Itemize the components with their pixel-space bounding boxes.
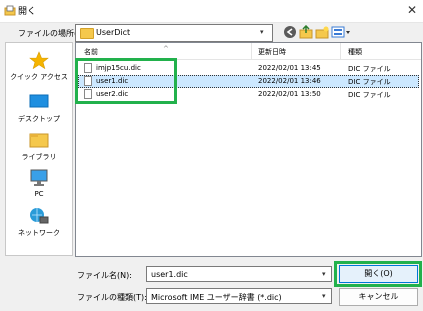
highlight-box-open — [334, 261, 422, 287]
desktop-icon — [29, 94, 49, 108]
window-title: 開く — [18, 7, 37, 17]
file-date: 2022/02/01 13:46 — [258, 77, 321, 85]
column-divider[interactable] — [251, 43, 252, 59]
chevron-down-icon[interactable]: ▾ — [322, 292, 326, 300]
place-label-quick-access: クイック アクセス — [10, 73, 68, 81]
filename-value: user1.dic — [151, 270, 188, 279]
place-label-pc: PC — [34, 190, 44, 198]
lookin-value: UserDict — [96, 28, 131, 37]
cancel-button[interactable]: キャンセル — [339, 288, 418, 306]
filetype-label: ファイルの種類(T): — [77, 293, 147, 302]
column-divider[interactable] — [340, 43, 341, 59]
place-library[interactable]: ライブラリ — [6, 131, 72, 162]
column-header-name[interactable]: 名前 — [84, 47, 98, 57]
open-dialog-icon — [4, 5, 16, 16]
file-type: DIC ファイル — [348, 78, 391, 86]
column-header-date[interactable]: 更新日時 — [258, 47, 286, 57]
chevron-down-icon[interactable]: ▾ — [260, 28, 264, 36]
lookin-combobox[interactable]: UserDict ▾ — [75, 24, 273, 42]
folder-icon — [80, 28, 94, 39]
network-icon — [30, 208, 49, 224]
view-menu-icon[interactable] — [331, 25, 351, 39]
filename-input[interactable]: user1.dic ▾ — [146, 266, 332, 282]
place-desktop[interactable]: デスクトップ — [6, 93, 72, 124]
place-label-library: ライブラリ — [21, 153, 57, 161]
file-date: 2022/02/01 13:50 — [258, 90, 321, 98]
chevron-down-icon[interactable]: ▾ — [322, 270, 326, 278]
close-button[interactable]: ✕ — [404, 2, 420, 18]
place-quick-access[interactable]: クイック アクセス — [6, 51, 72, 82]
sort-arrow-icon: ^ — [163, 45, 169, 53]
place-pc[interactable]: PC — [6, 169, 72, 198]
new-folder-icon[interactable] — [315, 25, 329, 39]
filetype-select[interactable]: Microsoft IME ユーザー辞書 (*.dic) ▾ — [146, 288, 332, 304]
place-label-desktop: デスクトップ — [18, 115, 60, 123]
file-type: DIC ファイル — [348, 65, 391, 73]
up-folder-icon[interactable] — [299, 25, 313, 39]
title-bar: 開く ✕ — [0, 0, 423, 22]
library-folder-icon — [29, 133, 49, 148]
place-network[interactable]: ネットワーク — [6, 207, 72, 238]
filename-label: ファイル名(N): — [77, 271, 132, 280]
back-arrow-icon[interactable] — [283, 25, 297, 39]
places-bar: クイック アクセス デスクトップ ライブラリ PC ネットワーク — [5, 42, 73, 256]
file-date: 2022/02/01 13:45 — [258, 64, 321, 72]
column-header-type[interactable]: 種類 — [348, 47, 362, 57]
file-type: DIC ファイル — [348, 91, 391, 99]
pc-monitor-icon — [30, 169, 48, 186]
star-icon — [29, 51, 49, 69]
filetype-value: Microsoft IME ユーザー辞書 (*.dic) — [151, 293, 282, 302]
highlight-box-files — [75, 58, 177, 104]
place-label-network: ネットワーク — [18, 229, 60, 237]
